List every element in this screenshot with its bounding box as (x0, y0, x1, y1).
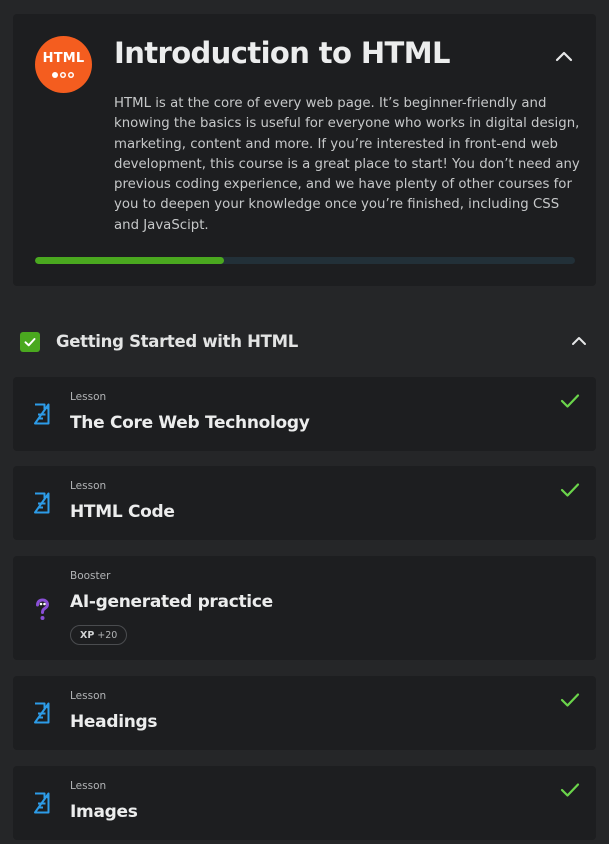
chapter-title: Getting Started with HTML (56, 332, 298, 351)
item-type-label: Booster (70, 570, 111, 582)
checkbox-checked-icon (20, 332, 40, 352)
lesson-item[interactable]: Lesson The Core Web Technology (13, 377, 596, 451)
item-type-label: Lesson (70, 780, 107, 792)
item-title: Images (70, 802, 138, 822)
check-icon (560, 394, 580, 408)
course-card: HTML Introduction to HTML HTML is at the… (13, 14, 596, 286)
lesson-document-icon (34, 492, 50, 514)
lesson-item[interactable]: Lesson Images (13, 766, 596, 840)
lesson-document-icon (34, 403, 50, 425)
check-icon (560, 783, 580, 797)
chevron-up-icon[interactable] (569, 331, 589, 351)
course-title: Introduction to HTML (114, 36, 450, 70)
item-type-label: Lesson (70, 690, 107, 702)
booster-item[interactable]: Booster AI-generated practice XP +20 (13, 556, 596, 660)
lesson-document-icon (34, 792, 50, 814)
xp-value: +20 (97, 630, 118, 641)
xp-label: XP (80, 630, 95, 641)
lesson-item[interactable]: Lesson HTML Code (13, 466, 596, 540)
logo-dots (52, 72, 76, 80)
item-title: Headings (70, 712, 158, 732)
check-icon (560, 693, 580, 707)
html-course-logo: HTML (35, 36, 92, 93)
lesson-document-icon (34, 702, 50, 724)
item-type-label: Lesson (70, 480, 107, 492)
item-title: The Core Web Technology (70, 413, 310, 433)
chevron-up-icon[interactable] (554, 47, 574, 67)
lesson-item[interactable]: Lesson Headings (13, 676, 596, 750)
xp-badge: XP +20 (70, 625, 128, 645)
course-description: HTML is at the core of every web page. I… (114, 96, 580, 233)
check-icon (560, 483, 580, 497)
logo-text: HTML (42, 51, 85, 66)
item-title: AI-generated practice (70, 592, 273, 612)
chapter-header[interactable]: Getting Started with HTML (13, 323, 596, 361)
item-type-label: Lesson (70, 391, 107, 403)
course-progress-fill (35, 257, 224, 264)
item-title: HTML Code (70, 502, 175, 522)
question-mark-icon (36, 598, 50, 620)
course-progress-bar (35, 257, 575, 264)
